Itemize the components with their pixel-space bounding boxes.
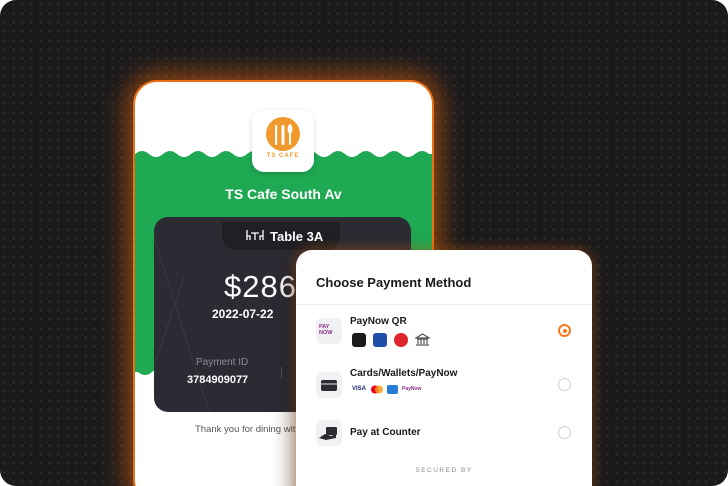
payment-id-label: Payment ID [196,357,249,368]
cafe-name: TS Cafe South Av [225,186,342,202]
app-frame: TS CAFE TS Cafe South Av Table 3A $286 2… [0,0,728,486]
visa-icon: VISA [352,386,367,392]
paynow-icon: PAY NOW [316,318,342,344]
payment-option-cards[interactable]: Cards/Wallets/PayNow VISA PayNow [296,362,592,418]
secured-by-label: SECURED BY [415,467,473,474]
sheet-title: Choose Payment Method [316,275,472,290]
grabpay-icon [352,333,366,347]
cafe-logo-text: TS CAFE [266,153,300,159]
option-label: PayNow QR [350,316,407,327]
cafe-logo-icon [266,117,300,151]
option-label: Cards/Wallets/PayNow [350,368,458,379]
table-label: Table 3A [270,229,324,244]
table-chairs-icon [246,230,264,240]
ocbc-icon [394,333,408,347]
amount-total: $286 [224,269,297,304]
card-icon [316,372,342,398]
bank-icon [415,333,430,346]
payment-date: 2022-07-22 [212,307,274,321]
divider [296,304,592,305]
credit-card-icon [321,380,337,391]
payment-id-value: 3784909077 [187,374,249,386]
divider [281,367,282,379]
hand-cash-icon [319,427,337,440]
mastercard-icon [371,385,383,394]
option-label: Pay at Counter [350,427,421,438]
uob-icon [373,333,387,347]
paynow-mini-icon: PayNow [402,386,422,392]
cafe-logo: TS CAFE [252,110,314,172]
payment-method-sheet: Choose Payment Method PAYNOW PayNow QR [296,250,592,486]
payment-option-paynow-qr[interactable]: PAY NOW PayNow QR [296,308,592,364]
payment-option-pay-at-counter[interactable]: Pay at Counter [296,416,592,472]
radio-paynow-qr[interactable] [558,324,571,337]
thank-you-text: Thank you for dining wit [195,424,296,435]
cash-hand-icon [316,420,342,446]
amex-icon [387,385,398,394]
radio-cards[interactable] [558,378,571,391]
radio-pay-at-counter[interactable] [558,426,571,439]
table-tab: Table 3A [222,222,340,250]
